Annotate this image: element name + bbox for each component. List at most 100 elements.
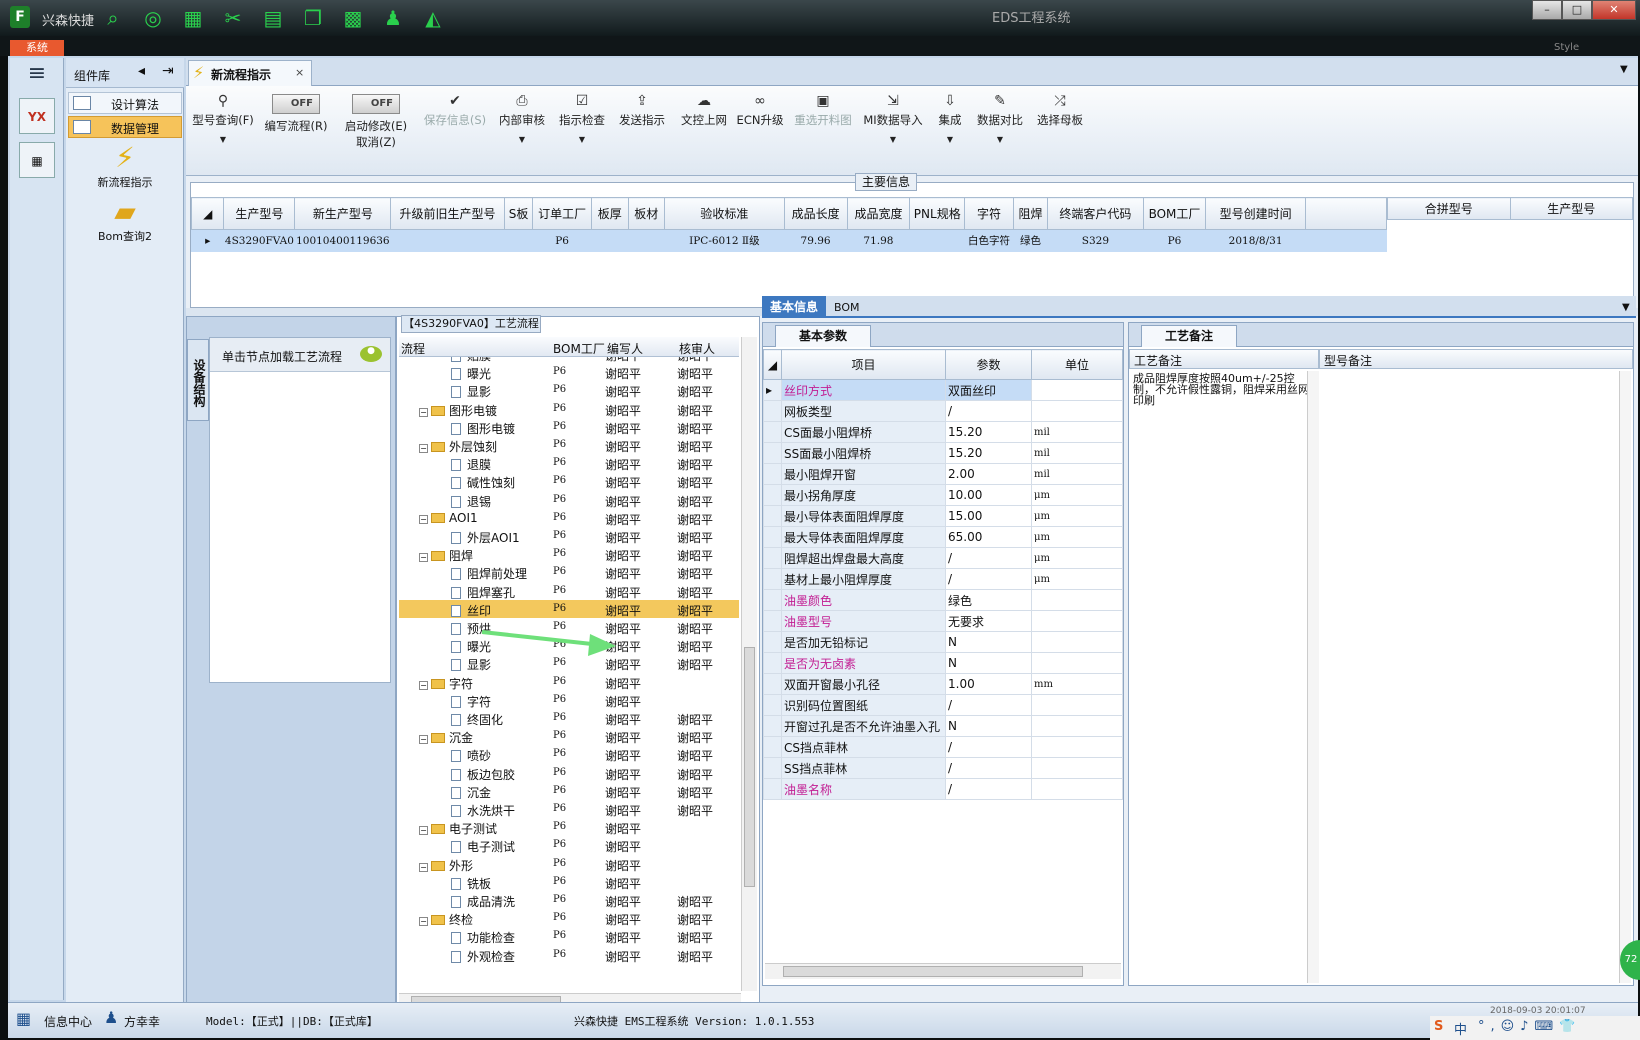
table-cell[interactable]: 71.98 xyxy=(846,229,911,252)
chart-icon[interactable]: ◭ xyxy=(420,6,446,30)
tree-node[interactable]: 喷砂 xyxy=(451,747,491,764)
calculator-icon[interactable]: ▦ xyxy=(19,142,55,178)
table-cell[interactable] xyxy=(503,229,534,252)
collapse-icon[interactable]: − xyxy=(419,735,428,745)
tree-row[interactable]: 铣板 P6 谢昭平 xyxy=(399,873,739,891)
column-header[interactable]: 成品宽度 xyxy=(846,197,911,230)
style-menu[interactable]: Style xyxy=(1554,42,1579,53)
collapse-icon[interactable]: − xyxy=(419,407,428,417)
ime-mode[interactable]: 中 xyxy=(1454,1019,1467,1038)
column-header[interactable]: 终端客户代码 xyxy=(1047,197,1144,230)
process-note-text[interactable]: 成品阻焊厚度按照40um+/-25控制，不允许假性露铜，阻焊采用丝网印刷 xyxy=(1133,373,1309,406)
param-value[interactable]: 10.00 xyxy=(945,484,1032,506)
column-header[interactable]: 项目 xyxy=(781,349,946,380)
tray-icons[interactable]: °,☺♪⌨👕 xyxy=(1478,1019,1581,1034)
component-item-data-management[interactable]: 数据管理 xyxy=(68,116,182,138)
close-button[interactable]: ✕ xyxy=(1592,0,1636,20)
copy-icon[interactable]: ❐ xyxy=(300,6,326,30)
table-row[interactable]: 是否为无卤素 N xyxy=(763,652,1123,674)
row-selector[interactable] xyxy=(763,736,782,758)
column-header[interactable]: 板厚 xyxy=(591,197,629,230)
param-value[interactable]: N xyxy=(945,652,1032,674)
table-row[interactable]: 是否加无铅标记 N xyxy=(763,631,1123,653)
integrate-button[interactable]: ⇩ 集成 ▼ xyxy=(928,86,972,176)
table-cell[interactable] xyxy=(627,229,666,252)
row-selector[interactable] xyxy=(763,421,782,443)
row-selector[interactable] xyxy=(763,505,782,527)
tree-node[interactable]: 沉金 xyxy=(451,784,491,801)
table-row[interactable]: ▸ 丝印方式 双面丝印 xyxy=(763,379,1123,401)
vertical-scrollbar[interactable] xyxy=(1619,371,1631,983)
select-mother-button[interactable]: ⤮ 选择母板 xyxy=(1028,86,1092,176)
param-value[interactable]: 15.00 xyxy=(945,505,1032,527)
minimize-button[interactable]: – xyxy=(1532,0,1562,20)
row-selector[interactable] xyxy=(763,673,782,695)
tree-row[interactable]: 丝印 P6 谢昭平 谢昭平 xyxy=(399,599,739,619)
row-selector[interactable] xyxy=(763,442,782,464)
table-cell[interactable]: S329 xyxy=(1047,229,1144,252)
row-selector[interactable] xyxy=(763,694,782,716)
row-selector[interactable] xyxy=(763,778,782,800)
yx-factory-icon[interactable]: YX xyxy=(19,98,55,134)
param-value[interactable]: / xyxy=(945,736,1032,758)
vertical-scrollbar[interactable] xyxy=(1307,371,1319,983)
new-flow-shortcut[interactable]: ⚡ 新流程指示 xyxy=(66,142,184,190)
tree-row[interactable]: − 字符 P6 谢昭平 xyxy=(399,673,739,691)
tab-bom[interactable]: BOM xyxy=(834,301,860,314)
row-selector[interactable] xyxy=(763,568,782,590)
tree-node[interactable]: 铣板 xyxy=(451,875,491,892)
column-header[interactable]: 核审人 xyxy=(679,340,715,357)
table-cell[interactable]: 10010400119636 xyxy=(294,229,392,252)
tree-row[interactable]: − AOI1 P6 谢昭平 谢昭平 xyxy=(399,509,739,527)
table-cell[interactable]: 2018/8/31 xyxy=(1205,229,1306,252)
chevron-down-icon[interactable]: ▼ xyxy=(1620,64,1628,75)
tree-row[interactable]: − 终检 P6 谢昭平 谢昭平 xyxy=(399,909,739,927)
param-value[interactable]: 15.20 xyxy=(945,421,1032,443)
tree-row[interactable]: 水洗烘干 P6 谢昭平 谢昭平 xyxy=(399,800,739,818)
row-selector[interactable] xyxy=(763,547,782,569)
param-value[interactable]: / xyxy=(945,547,1032,569)
tree-node[interactable]: 丝印 xyxy=(451,602,491,619)
param-value[interactable]: N xyxy=(945,715,1032,737)
tree-node[interactable]: 退膜 xyxy=(451,456,491,473)
tree-row[interactable]: 板边包胶 P6 谢昭平 谢昭平 xyxy=(399,764,739,782)
table-row[interactable]: CS面最小阻焊桥 15.20 mil xyxy=(763,421,1123,443)
param-value[interactable]: 65.00 xyxy=(945,526,1032,548)
collapse-icon[interactable]: − xyxy=(419,917,428,927)
column-header[interactable]: 合拼型号 xyxy=(1387,197,1511,220)
scrollbar-thumb[interactable] xyxy=(783,966,1083,977)
table-cell[interactable]: 79.96 xyxy=(783,229,848,252)
column-header[interactable]: 单位 xyxy=(1031,349,1123,380)
grid-icon[interactable]: ▩ xyxy=(340,6,366,30)
toggle-switch[interactable]: OFF xyxy=(352,94,400,114)
recheck-button[interactable]: ▣ 重选开料图 xyxy=(788,86,858,176)
basic-params-tab[interactable]: 基本参数 xyxy=(775,325,871,347)
compare-button[interactable]: ✎ 数据对比 ▼ xyxy=(972,86,1028,176)
tree-row[interactable]: − 外形 P6 谢昭平 xyxy=(399,855,739,873)
row-selector[interactable] xyxy=(763,757,782,779)
user-icon[interactable]: ♟ xyxy=(380,6,406,30)
table-cell[interactable]: P6 xyxy=(532,229,593,252)
collapse-icon[interactable]: − xyxy=(419,553,428,563)
tree-row[interactable]: 外观检查 P6 谢昭平 谢昭平 xyxy=(399,946,739,964)
param-value[interactable]: / xyxy=(945,757,1032,779)
tree-row[interactable]: − 阻焊 P6 谢昭平 谢昭平 xyxy=(399,545,739,563)
row-selector[interactable] xyxy=(763,400,782,422)
param-value[interactable]: 无要求 xyxy=(945,610,1032,632)
collapse-left-icon[interactable]: ◂ xyxy=(138,63,145,79)
row-selector[interactable] xyxy=(763,484,782,506)
tree-node[interactable]: 显影 xyxy=(451,656,491,673)
vertical-scrollbar[interactable] xyxy=(741,337,757,991)
table-row[interactable]: SS面最小阻焊桥 15.20 mil xyxy=(763,442,1123,464)
tree-row[interactable]: 成品清洗 P6 谢昭平 谢昭平 xyxy=(399,891,739,909)
save-button[interactable]: ✔ 保存信息(S) xyxy=(420,86,490,176)
tree-node[interactable]: 字符 xyxy=(451,693,491,710)
start-modify-toggle[interactable]: OFF 启动修改(E) 取消(Z) xyxy=(336,86,416,176)
param-value[interactable]: 1.00 xyxy=(945,673,1032,695)
film-icon[interactable]: ▤ xyxy=(260,6,286,30)
table-cell[interactable]: 绿色 xyxy=(1012,229,1049,252)
column-header[interactable]: 新生产型号 xyxy=(294,197,392,230)
column-header[interactable]: 订单工厂 xyxy=(532,197,593,230)
table-cell[interactable]: 4S3290FVA0 xyxy=(223,229,296,252)
collapse-icon[interactable]: − xyxy=(419,826,428,836)
